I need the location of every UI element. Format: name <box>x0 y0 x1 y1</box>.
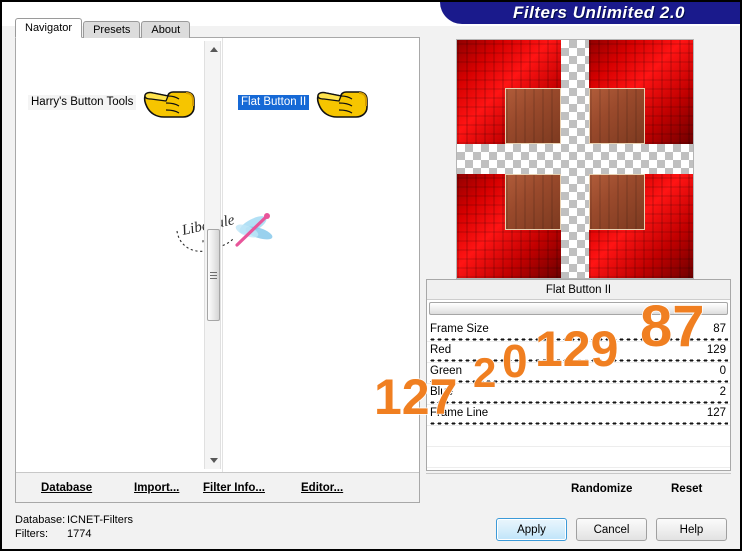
parameter-name: Frame Size <box>430 323 492 335</box>
status-database-row: Database: ICNET-Filters <box>15 513 133 527</box>
filter-preview[interactable] <box>456 39 694 279</box>
tab-presets-label: Presets <box>93 24 131 36</box>
parameter-row-blue[interactable]: Blue 2 <box>427 384 730 405</box>
column-divider-1 <box>222 38 223 472</box>
navigator-footer: Database Import... Filter Info... Editor… <box>16 472 419 502</box>
status-filters-key: Filters: <box>15 528 48 540</box>
parameter-value: 2 <box>716 386 726 398</box>
apply-button-label: Apply <box>517 523 546 536</box>
navigator-panel: Harry's Button Tools Flat Button II Data… <box>15 37 420 503</box>
tab-presets[interactable]: Presets <box>83 21 141 38</box>
libellule-watermark: Libellule <box>176 212 273 252</box>
preview-quadrant-top-left <box>457 40 561 144</box>
help-button[interactable]: Help <box>656 518 727 541</box>
preview-quadrant-bottom-left <box>457 174 561 278</box>
scrollbar-thumb[interactable] <box>207 229 220 321</box>
parameter-row-frame-line[interactable]: Frame Line 127 <box>427 405 730 426</box>
status-area: Database: ICNET-Filters Filters: 1774 <box>15 513 133 541</box>
preview-quadrant-bottom-right <box>589 174 693 278</box>
parameters-title: Flat Button II <box>427 280 730 300</box>
parameter-row-empty <box>427 447 730 468</box>
pointing-hand-icon <box>144 91 196 118</box>
tree-item-category[interactable]: Harry's Button Tools <box>28 91 198 118</box>
parameter-name: Green <box>430 365 465 377</box>
parameter-name: Blue <box>430 386 457 398</box>
parameter-row-red[interactable]: Red 129 <box>427 342 730 363</box>
window-title: Filters Unlimited 2.0 <box>512 3 686 22</box>
pointing-hand-icon <box>317 91 369 118</box>
parameter-slider-track[interactable] <box>429 422 728 425</box>
parameter-slider-track[interactable] <box>429 338 728 341</box>
tab-navigator-label: Navigator <box>25 22 73 34</box>
parameter-slider-track[interactable] <box>429 401 728 404</box>
parameter-value: 129 <box>703 344 726 356</box>
cancel-button[interactable]: Cancel <box>576 518 647 541</box>
tab-about[interactable]: About <box>141 21 191 38</box>
parameter-name: Frame Line <box>430 407 492 419</box>
database-link[interactable]: Database <box>41 482 92 494</box>
tab-strip: Navigator Presets About <box>15 18 191 38</box>
dialog-buttons: Apply Cancel Help <box>496 518 727 541</box>
tree-item-category-label: Harry's Button Tools <box>28 94 137 110</box>
parameter-row-green[interactable]: Green 0 <box>427 363 730 384</box>
title-banner: Filters Unlimited 2.0 <box>440 2 740 24</box>
tree-item-filter-label: Flat Button II <box>238 94 310 110</box>
filter-tree-area[interactable]: Harry's Button Tools Flat Button II <box>16 38 419 472</box>
preview-quadrant-top-right <box>589 40 693 144</box>
grip-lines-icon <box>210 270 217 281</box>
status-database-value: ICNET-Filters <box>67 514 133 526</box>
parameter-value: 127 <box>703 407 726 419</box>
help-button-label: Help <box>679 523 704 536</box>
parameter-rows: Frame Size 87 Red 129 Green 0 Blue 2 Fra… <box>427 321 730 468</box>
import-link[interactable]: Import... <box>134 482 179 494</box>
right-column: Flat Button II Frame Size 87 Red 129 Gre… <box>426 37 731 503</box>
parameter-slider-track[interactable] <box>429 359 728 362</box>
parameters-horizontal-scrollbar[interactable] <box>429 302 728 315</box>
tab-navigator[interactable]: Navigator <box>15 18 83 38</box>
apply-button[interactable]: Apply <box>496 518 567 541</box>
filters-unlimited-window: Filters Unlimited 2.0 Navigator Presets … <box>0 0 742 551</box>
randomize-link[interactable]: Randomize <box>571 483 632 495</box>
parameters-footer: Randomize Reset <box>426 473 731 503</box>
parameter-row-frame-size[interactable]: Frame Size 87 <box>427 321 730 342</box>
parameter-slider-track[interactable] <box>429 380 728 383</box>
parameter-name: Red <box>430 344 455 356</box>
status-filters-row: Filters: 1774 <box>15 527 133 541</box>
scroll-down-arrow[interactable] <box>205 452 222 469</box>
parameters-title-label: Flat Button II <box>545 283 612 296</box>
tree-item-filter[interactable]: Flat Button II <box>238 91 371 118</box>
tab-about-label: About <box>151 24 181 36</box>
parameter-row-empty <box>427 426 730 447</box>
filter-info-link[interactable]: Filter Info... <box>203 482 265 494</box>
scroll-up-arrow[interactable] <box>205 41 222 58</box>
status-database-key: Database: <box>15 514 66 526</box>
tree-scrollbar[interactable] <box>204 41 221 469</box>
parameter-value: 0 <box>716 365 726 377</box>
editor-link[interactable]: Editor... <box>301 482 343 494</box>
cancel-button-label: Cancel <box>593 523 630 536</box>
parameters-panel: Flat Button II Frame Size 87 Red 129 Gre… <box>426 279 731 471</box>
reset-link[interactable]: Reset <box>671 483 702 495</box>
status-filters-value: 1774 <box>67 528 92 540</box>
parameter-value: 87 <box>710 323 726 335</box>
